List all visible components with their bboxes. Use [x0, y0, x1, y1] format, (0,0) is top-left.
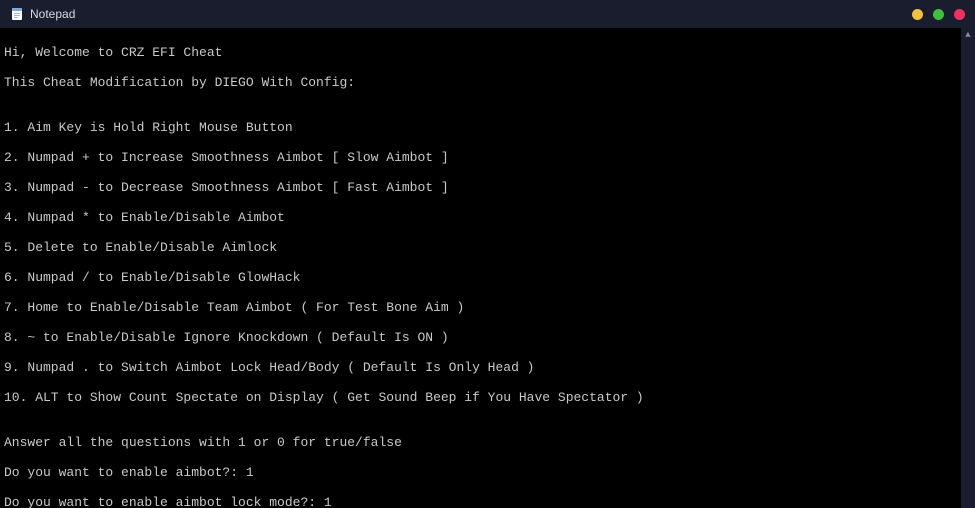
- qa-line: Do you want to enable aimbot lock mode?:…: [4, 495, 957, 508]
- qa-question: Do you want to enable aimbot?:: [4, 465, 246, 480]
- text-line: This Cheat Modification by DIEGO With Co…: [4, 75, 957, 90]
- text-line: 9. Numpad . to Switch Aimbot Lock Head/B…: [4, 360, 957, 375]
- maximize-button[interactable]: [933, 9, 944, 20]
- notepad-icon: [10, 7, 24, 21]
- window-title: Notepad: [30, 7, 75, 21]
- text-line: 10. ALT to Show Count Spectate on Displa…: [4, 390, 957, 405]
- qa-answer: 1: [246, 465, 254, 480]
- text-line: 7. Home to Enable/Disable Team Aimbot ( …: [4, 300, 957, 315]
- text-line: 4. Numpad * to Enable/Disable Aimbot: [4, 210, 957, 225]
- window-controls: [912, 9, 965, 20]
- text-line: 3. Numpad - to Decrease Smoothness Aimbo…: [4, 180, 957, 195]
- vertical-scrollbar[interactable]: ▲: [961, 28, 975, 508]
- text-line: Hi, Welcome to CRZ EFI Cheat: [4, 45, 957, 60]
- title-bar[interactable]: Notepad: [0, 0, 975, 28]
- text-line: Answer all the questions with 1 or 0 for…: [4, 435, 957, 450]
- close-button[interactable]: [954, 9, 965, 20]
- text-line: 8. ~ to Enable/Disable Ignore Knockdown …: [4, 330, 957, 345]
- client-area: Hi, Welcome to CRZ EFI Cheat This Cheat …: [0, 28, 975, 508]
- minimize-button[interactable]: [912, 9, 923, 20]
- qa-question: Do you want to enable aimbot lock mode?:: [4, 495, 324, 508]
- text-line: 2. Numpad + to Increase Smoothness Aimbo…: [4, 150, 957, 165]
- qa-answer: 1: [324, 495, 332, 508]
- text-line: 1. Aim Key is Hold Right Mouse Button: [4, 120, 957, 135]
- text-line: 5. Delete to Enable/Disable Aimlock: [4, 240, 957, 255]
- text-line: 6. Numpad / to Enable/Disable GlowHack: [4, 270, 957, 285]
- qa-line: Do you want to enable aimbot?: 1: [4, 465, 957, 480]
- text-content[interactable]: Hi, Welcome to CRZ EFI Cheat This Cheat …: [0, 28, 961, 508]
- scroll-up-arrow[interactable]: ▲: [961, 28, 975, 42]
